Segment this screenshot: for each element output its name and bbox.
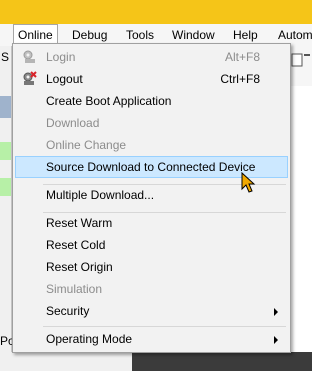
menu-item-reset-cold[interactable]: Reset Cold [15, 234, 288, 256]
menu-item-label: Reset Origin [46, 260, 113, 274]
online-dropdown-menu: Login Alt+F8 Logout Ctrl+F8 Create Boot … [12, 43, 291, 353]
menu-item-reset-origin[interactable]: Reset Origin [15, 256, 288, 278]
status-area [0, 352, 132, 371]
menu-item-simulation[interactable]: Simulation [15, 278, 288, 300]
menu-item-label: Create Boot Application [46, 94, 172, 108]
menu-item-operating-mode[interactable]: Operating Mode [15, 328, 288, 350]
menu-item-create-boot-application[interactable]: Create Boot Application [15, 90, 288, 112]
document-icon [291, 53, 310, 67]
menu-item-login[interactable]: Login Alt+F8 [15, 46, 288, 68]
menu-item-label: Multiple Download... [46, 188, 155, 202]
menu-separator [43, 326, 286, 327]
toolbar-fragment [290, 46, 312, 86]
mouse-cursor-icon [241, 172, 256, 193]
menu-item-label: Reset Cold [46, 238, 106, 252]
menu-item-label: Security [46, 304, 90, 318]
shortcut-label: Ctrl+F8 [220, 72, 260, 86]
submenu-arrow-icon [274, 308, 278, 316]
login-icon [21, 49, 37, 65]
menu-item-security[interactable]: Security [15, 300, 288, 322]
left-panel-fragment: S [1, 50, 10, 64]
menu-item-label: Simulation [46, 282, 103, 296]
menu-item-label: Operating Mode [46, 332, 133, 346]
menu-item-label: Online Change [46, 138, 127, 152]
menu-item-label: Reset Warm [46, 216, 113, 230]
menu-item-logout[interactable]: Logout Ctrl+F8 [15, 68, 288, 90]
menu-item-label: Download [46, 116, 100, 130]
menu-item-online-change[interactable]: Online Change [15, 134, 288, 156]
logout-icon [21, 71, 37, 87]
menu-item-label: Logout [46, 72, 83, 86]
title-bar [0, 0, 312, 24]
menu-item-label: Source Download to Connected Device [46, 160, 256, 174]
menu-item-label: Login [46, 50, 76, 64]
menu-item-reset-warm[interactable]: Reset Warm [15, 212, 288, 234]
dark-panel [132, 352, 312, 371]
menu-item-download[interactable]: Download [15, 112, 288, 134]
shortcut-label: Alt+F8 [224, 50, 260, 64]
submenu-arrow-icon [274, 336, 278, 344]
